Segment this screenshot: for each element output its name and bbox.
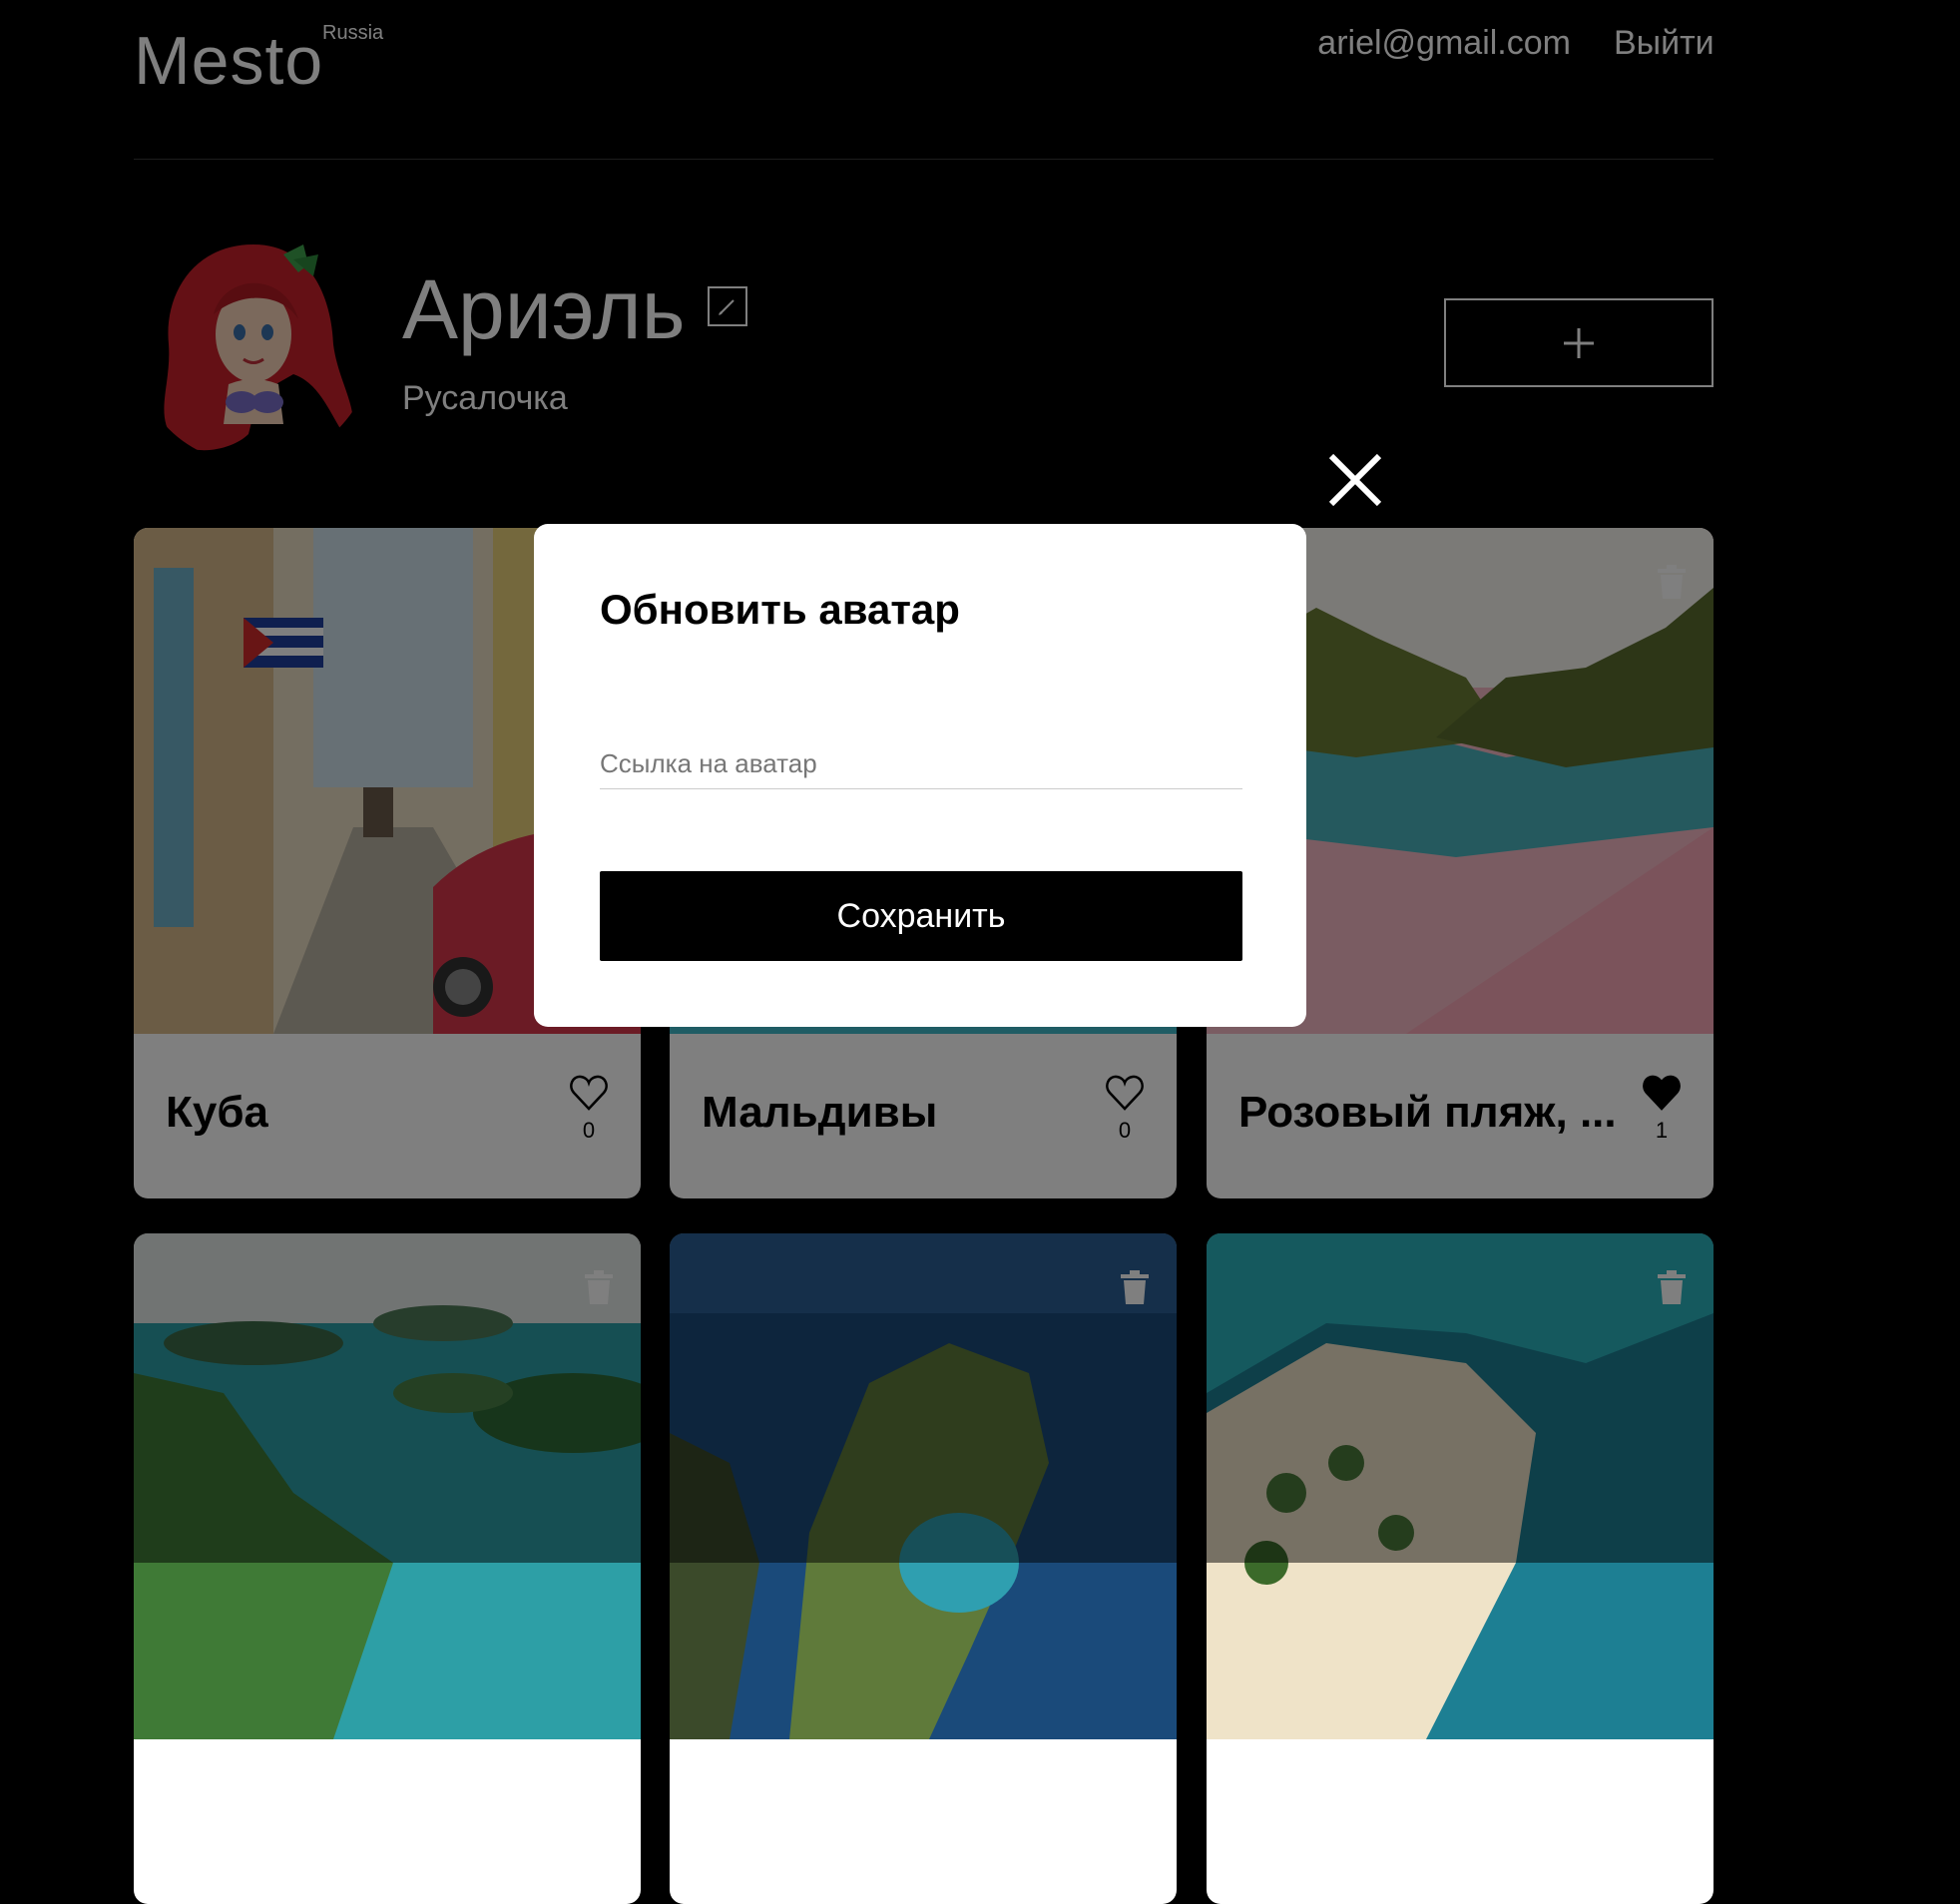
avatar-link-input[interactable] [600, 738, 1242, 789]
close-icon[interactable] [1325, 450, 1385, 510]
save-button[interactable]: Сохранить [600, 871, 1242, 961]
modal-title: Обновить аватар [600, 586, 960, 633]
page: Mesto Russia ariel@gmail.com Выйти Ариэл… [0, 0, 1960, 1904]
update-avatar-modal: Обновить аватар Сохранить [534, 524, 1306, 1027]
